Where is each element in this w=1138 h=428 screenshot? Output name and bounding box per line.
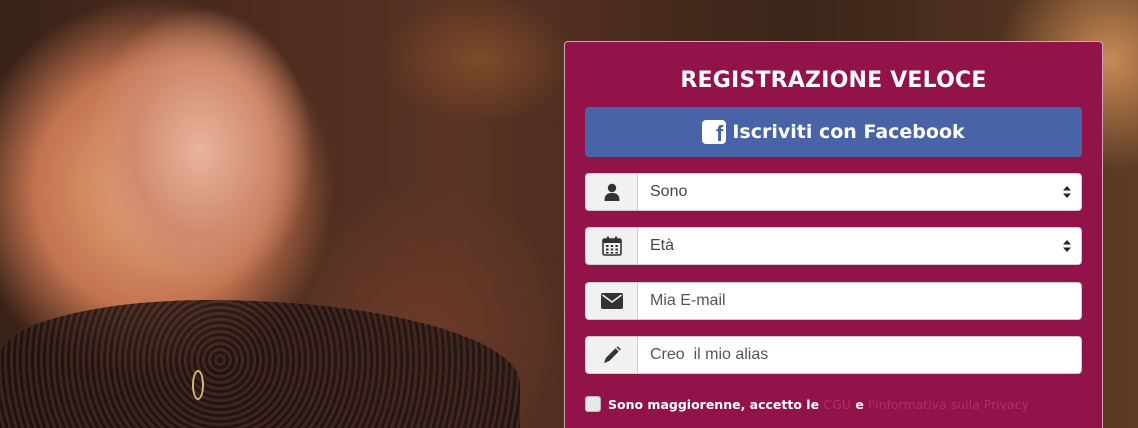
- consent-text: Sono maggiorenne, accetto le: [608, 396, 820, 412]
- pendant-shape: [192, 370, 204, 400]
- gender-select[interactable]: Sono: [585, 173, 1082, 211]
- consent-checkbox[interactable]: [585, 396, 601, 412]
- facebook-signup-label: Iscriviti con Facebook: [732, 121, 965, 143]
- email-input[interactable]: [637, 282, 1082, 320]
- calendar-icon: [585, 227, 637, 265]
- user-icon: [585, 173, 637, 211]
- select-arrows-icon: [1063, 240, 1071, 252]
- consent-row: Sono maggiorenne, accetto le CGU e l'inf…: [585, 396, 1082, 412]
- alias-input[interactable]: [637, 336, 1082, 374]
- age-value: Età: [650, 237, 675, 254]
- alias-field-group: [585, 336, 1082, 374]
- facebook-icon: f: [702, 120, 727, 145]
- age-select[interactable]: Età: [585, 227, 1082, 265]
- envelope-icon: [585, 282, 637, 320]
- select-arrows-icon: [1063, 186, 1071, 198]
- lace-dress-shape: [0, 300, 520, 428]
- age-select-value[interactable]: Età: [637, 227, 1082, 265]
- privacy-link[interactable]: l'informativa sulla Privacy: [868, 397, 1029, 412]
- form-title: REGISTRAZIONE VELOCE: [680, 68, 987, 93]
- cgu-link[interactable]: CGU: [823, 397, 851, 412]
- gender-value: Sono: [650, 183, 688, 200]
- email-field-group: [585, 282, 1082, 320]
- consent-conjunction: e: [855, 396, 864, 412]
- facebook-signup-button[interactable]: f Iscriviti con Facebook: [585, 107, 1082, 157]
- registration-panel: REGISTRAZIONE VELOCE f Iscriviti con Fac…: [564, 41, 1103, 428]
- gender-select-value[interactable]: Sono: [637, 173, 1082, 211]
- pencil-icon: [585, 336, 637, 374]
